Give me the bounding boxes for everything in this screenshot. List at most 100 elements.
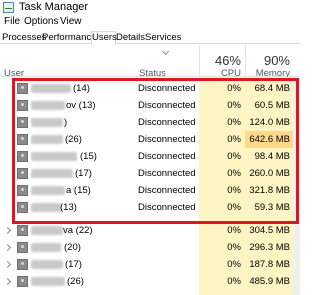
user-name-suffix: (26) — [67, 276, 84, 287]
memory-value: 59.3 MB — [254, 202, 290, 213]
table-row[interactable]: (15) Disconnected 0% 98.4 MB — [0, 148, 293, 165]
memory-value: 296.3 MB — [249, 242, 290, 253]
cpu-value: 0% — [227, 117, 241, 128]
cpu-value: 0% — [227, 83, 241, 94]
table-row[interactable]: (13) Disconnected 0% 59.3 MB — [0, 199, 293, 216]
user-avatar-icon — [17, 276, 28, 287]
redacted-name — [31, 186, 65, 195]
memory-value: 485.9 MB — [249, 276, 290, 287]
column-user[interactable]: User — [4, 68, 24, 79]
table-row[interactable]: a (15) Disconnected 0% 321.8 MB — [0, 182, 293, 199]
status-text: Disconnected — [138, 100, 196, 111]
tab-performance[interactable]: Performance — [42, 32, 96, 44]
chevron-right-icon[interactable] — [6, 227, 11, 233]
user-name-suffix: (15) — [80, 151, 97, 162]
sort-chevron-icon — [162, 51, 169, 55]
cpu-value: 0% — [227, 168, 241, 179]
user-avatar-icon — [17, 83, 28, 94]
tab-processes[interactable]: Processes — [2, 32, 46, 44]
status-text: Disconnected — [138, 168, 196, 179]
user-avatar-icon — [17, 185, 28, 196]
status-text: Disconnected — [138, 202, 196, 213]
user-avatar-icon — [17, 259, 28, 270]
memory-value: 187.8 MB — [249, 259, 290, 270]
redacted-name — [31, 203, 61, 212]
task-manager-icon — [3, 2, 14, 13]
user-avatar-icon — [17, 117, 28, 128]
memory-value: 60.5 MB — [254, 100, 290, 111]
memory-value: 642.6 MB — [249, 134, 290, 145]
user-name-suffix: ) — [64, 117, 68, 128]
table-row[interactable]: va (22) 0% 304.5 MB — [0, 222, 293, 239]
user-avatar-icon — [17, 134, 28, 145]
memory-value: 124.0 MB — [249, 117, 290, 128]
cpu-value: 0% — [227, 242, 241, 253]
menu-bar: File Options View — [0, 15, 300, 30]
memory-total: 90% — [263, 53, 290, 68]
table-row[interactable]: ) Disconnected 0% 124.0 MB — [0, 114, 293, 131]
redacted-name — [31, 260, 63, 269]
user-name-suffix: (20) — [64, 242, 81, 253]
status-text: Disconnected — [138, 151, 196, 162]
cpu-value: 0% — [227, 185, 241, 196]
redacted-name — [31, 243, 61, 252]
table-row[interactable]: (17) Disconnected 0% 260.0 MB — [0, 165, 293, 182]
user-name-suffix: (17) — [75, 168, 92, 179]
user-name-suffix: ov (13) — [66, 100, 96, 111]
column-header: User Status 46% CPU 90% Memory — [0, 45, 300, 79]
chevron-right-icon[interactable] — [6, 244, 11, 250]
cpu-value: 0% — [227, 151, 241, 162]
chevron-right-icon[interactable] — [6, 278, 11, 284]
cpu-total: 46% — [214, 53, 241, 68]
window-title: Task Manager — [19, 1, 89, 13]
vertical-scrollbar[interactable] — [293, 77, 300, 295]
user-name-suffix: (14) — [73, 83, 90, 94]
table-row[interactable]: ov (13) Disconnected 0% 60.5 MB — [0, 97, 293, 114]
redacted-name — [31, 277, 65, 286]
redacted-name — [31, 135, 63, 144]
user-name-suffix: (17) — [65, 259, 82, 270]
user-avatar-icon — [17, 202, 28, 213]
tab-users[interactable]: Users — [91, 31, 117, 45]
user-avatar-icon — [17, 151, 28, 162]
redacted-name — [31, 101, 65, 110]
tab-services[interactable]: Services — [145, 32, 181, 44]
tab-details[interactable]: Details — [116, 32, 145, 44]
cpu-value: 0% — [227, 134, 241, 145]
memory-value: 321.8 MB — [249, 185, 290, 196]
chevron-right-icon[interactable] — [6, 261, 11, 267]
tab-bar: Processes Performance Users Details Serv… — [0, 30, 300, 45]
menu-file[interactable]: File — [4, 16, 20, 27]
table-row[interactable]: (17) 0% 187.8 MB — [0, 256, 293, 273]
menu-options[interactable]: Options — [24, 16, 58, 27]
menu-view[interactable]: View — [60, 16, 82, 27]
table-row[interactable]: (20) 0% 296.3 MB — [0, 239, 293, 256]
cpu-value: 0% — [227, 100, 241, 111]
cpu-value: 0% — [227, 225, 241, 236]
redacted-name — [31, 169, 73, 178]
title-bar: Task Manager — [0, 0, 300, 15]
table-row[interactable]: (26) Disconnected 0% 642.6 MB — [0, 131, 293, 148]
status-text: Disconnected — [138, 185, 196, 196]
cpu-value: 0% — [227, 202, 241, 213]
user-avatar-icon — [17, 100, 28, 111]
column-status[interactable]: Status — [139, 68, 166, 79]
user-name-suffix: (26) — [65, 134, 82, 145]
table-row[interactable]: (14) Disconnected 0% 68.4 MB — [0, 80, 293, 97]
user-avatar-icon — [17, 242, 28, 253]
cpu-value: 0% — [227, 276, 241, 287]
user-name-suffix: a (15) — [66, 185, 91, 196]
status-text: Disconnected — [138, 83, 196, 94]
table-row[interactable]: (26) 0% 485.9 MB — [0, 273, 293, 290]
memory-value: 98.4 MB — [254, 151, 290, 162]
cpu-value: 0% — [227, 259, 241, 270]
memory-value: 68.4 MB — [254, 83, 290, 94]
user-name-suffix: va (22) — [63, 225, 93, 236]
user-avatar-icon — [17, 168, 28, 179]
user-name-suffix: (13) — [60, 202, 77, 213]
user-avatar-icon — [17, 225, 28, 236]
memory-value: 304.5 MB — [249, 225, 290, 236]
status-text: Disconnected — [138, 117, 196, 128]
memory-value: 260.0 MB — [249, 168, 290, 179]
status-text: Disconnected — [138, 134, 196, 145]
